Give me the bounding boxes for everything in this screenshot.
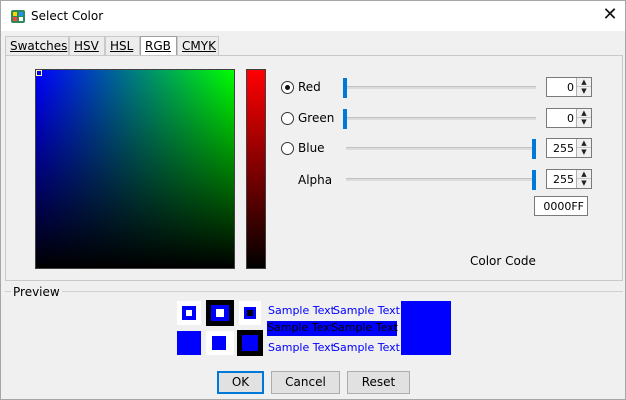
preview-swatch-core (186, 310, 192, 316)
sample-text-blue-2: Sample Text (333, 304, 400, 317)
blue-radio[interactable] (281, 142, 294, 155)
green-slider-track[interactable] (346, 117, 536, 120)
preview-swatch-core (247, 310, 253, 316)
preview-swatch-core (216, 309, 224, 317)
tab-hsv[interactable]: HSV (69, 36, 105, 56)
green-value[interactable]: 0 (567, 112, 574, 125)
tab-hsl[interactable]: HSL (105, 36, 140, 56)
alpha-spinner[interactable]: 255 ▲ ▼ (546, 169, 592, 189)
green-slider-thumb[interactable] (343, 109, 347, 129)
window-title: Select Color (31, 9, 104, 23)
spin-down-icon[interactable]: ▼ (577, 87, 591, 96)
spin-up-icon[interactable]: ▲ (577, 109, 591, 118)
spin-up-icon[interactable]: ▲ (577, 170, 591, 179)
cancel-button[interactable]: Cancel (271, 371, 340, 394)
alpha-spinner-arrows: ▲ ▼ (576, 170, 591, 188)
tab-cmyk[interactable]: CMYK (177, 36, 219, 56)
rgb-panel: Red 0 ▲ ▼ Green 0 ▲ ▼ Blue 255 ▲ ▼ Alpha… (5, 55, 623, 281)
preview-swatch-inner (242, 335, 258, 351)
blue-slider-track[interactable] (346, 147, 536, 150)
title-bar: Select Color ✕ (1, 1, 625, 31)
spin-down-icon[interactable]: ▼ (577, 148, 591, 157)
blue-spinner-arrows: ▲ ▼ (576, 139, 591, 157)
preview-swatch-black-bg (206, 300, 234, 326)
ok-button[interactable]: OK (217, 371, 264, 394)
sample-text-blue-3: Sample Text (268, 341, 335, 354)
red-slider-track[interactable] (346, 86, 536, 89)
alpha-value[interactable]: 255 (553, 173, 574, 186)
close-button[interactable]: ✕ (595, 1, 625, 31)
preview-large-swatch (401, 301, 451, 355)
alpha-slider-track[interactable] (346, 178, 536, 181)
select-color-dialog: Select Color ✕ Swatches HSV HSL RGB CMYK… (0, 0, 626, 400)
blue-value[interactable]: 255 (553, 142, 574, 155)
alpha-slider-thumb[interactable] (532, 170, 536, 190)
green-radio[interactable] (281, 112, 294, 125)
spin-up-icon[interactable]: ▲ (577, 78, 591, 87)
blue-spinner[interactable]: 255 ▲ ▼ (546, 138, 592, 158)
color-code-field[interactable]: 0000FF (534, 196, 588, 216)
preview-swatch-black-frame (237, 330, 263, 356)
preview-swatch-white-frame (206, 331, 234, 355)
red-label: Red (298, 80, 321, 94)
preview-title: Preview (11, 285, 62, 299)
preview-swatch-white-dot (239, 301, 261, 325)
preview-swatch-solid (177, 331, 201, 355)
tab-swatches[interactable]: Swatches (5, 36, 69, 56)
spin-down-icon[interactable]: ▼ (577, 118, 591, 127)
spin-down-icon[interactable]: ▼ (577, 179, 591, 188)
close-icon: ✕ (602, 4, 618, 25)
spin-up-icon[interactable]: ▲ (577, 139, 591, 148)
red-spinner-arrows: ▲ ▼ (576, 78, 591, 96)
alpha-label: Alpha (298, 173, 333, 187)
green-spinner[interactable]: 0 ▲ ▼ (546, 108, 592, 128)
red-slider-thumb[interactable] (343, 78, 347, 98)
sample-text-blue-4: Sample Text (333, 341, 400, 354)
sample-text-on-blue-2: Sample Text (331, 321, 398, 336)
color-field[interactable] (35, 69, 236, 270)
green-spinner-arrows: ▲ ▼ (576, 109, 591, 127)
red-gradient-strip[interactable] (246, 69, 266, 269)
reset-button[interactable]: Reset (347, 371, 410, 394)
red-value[interactable]: 0 (567, 81, 574, 94)
tab-rgb[interactable]: RGB (140, 36, 177, 56)
preview-swatch-inner (212, 336, 226, 350)
blue-label: Blue (298, 141, 325, 155)
green-label: Green (298, 111, 335, 125)
color-code-label: Color Code (470, 254, 536, 268)
color-palette-icon (11, 10, 25, 23)
red-spinner[interactable]: 0 ▲ ▼ (546, 77, 592, 97)
sample-text-blue-1: Sample Text (268, 304, 335, 317)
red-radio[interactable] (281, 81, 294, 94)
preview-swatch-white-bg (177, 301, 201, 325)
blue-slider-thumb[interactable] (532, 139, 536, 159)
sample-text-on-blue-1: Sample Text (267, 321, 334, 336)
color-field-cursor[interactable] (36, 70, 42, 76)
